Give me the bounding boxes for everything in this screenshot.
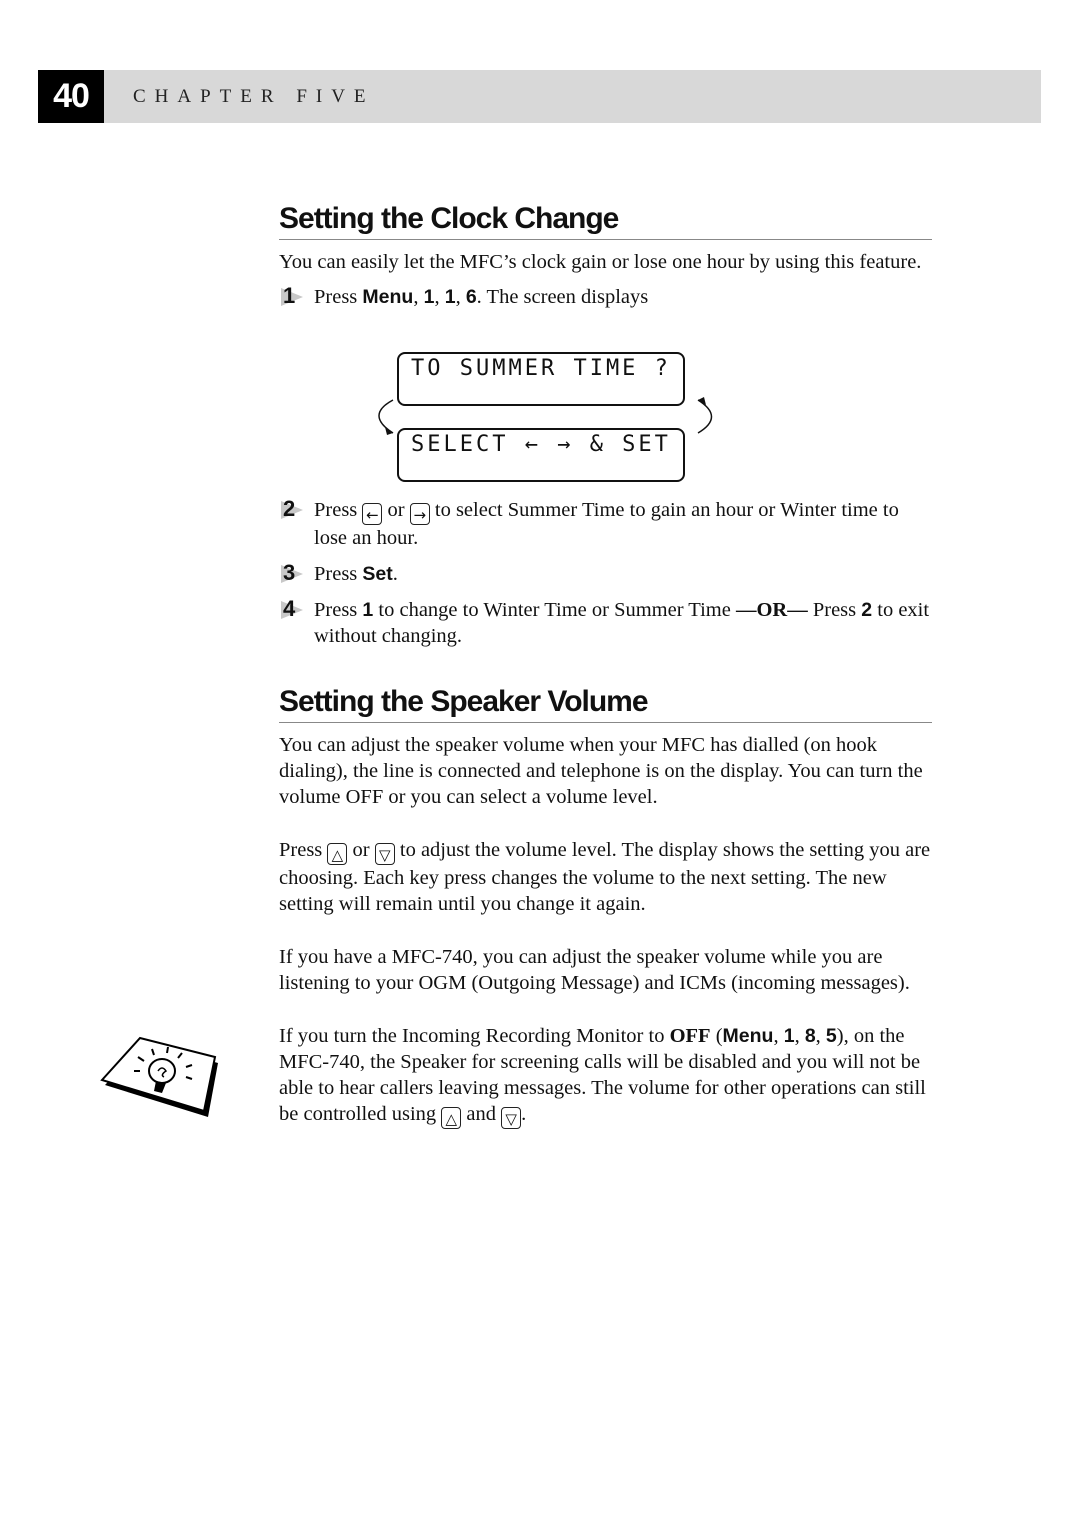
paragraph: If you have a MFC-740, you can adjust th… — [279, 946, 910, 994]
note-paragraph: If you turn the Incoming Recording Monit… — [279, 1025, 926, 1129]
volume-down-key-icon: ▽ — [501, 1107, 522, 1129]
right-arrow-key-icon: → — [409, 503, 430, 525]
cycle-arrows-icon — [378, 397, 713, 435]
step-number-badge: 1 — [279, 283, 311, 310]
step-number-badge: 4 — [279, 596, 311, 623]
step-3: 3 Press Set. — [279, 560, 932, 587]
step-2: 2 Press ← or → to select Summer Time to … — [279, 496, 932, 551]
intro-paragraph: You can easily let the MFC’s clock gain … — [279, 251, 922, 273]
section-title: Setting the Speaker Volume — [279, 685, 932, 723]
step-4: 4 Press 1 to change to Winter Time or Su… — [279, 596, 932, 649]
step-number-badge: 3 — [279, 560, 311, 587]
paragraph: Press △ or ▽ to adjust the volume level.… — [279, 839, 931, 915]
page-number: 40 — [38, 70, 104, 123]
chapter-title: CHAPTER FIVE — [133, 86, 375, 107]
volume-up-key-icon: △ — [441, 1107, 462, 1129]
volume-up-key-icon: △ — [327, 843, 348, 865]
paragraph: You can adjust the speaker volume when y… — [279, 734, 923, 808]
steps-continued: 2 Press ← or → to select Summer Time to … — [279, 496, 932, 649]
section-clock-change: Setting the Clock Change You can easily … — [279, 202, 932, 310]
step-1: 1 Press Menu, 1, 1, 6. The screen displa… — [279, 283, 932, 310]
step-number-badge: 2 — [279, 496, 311, 523]
left-arrow-key-icon: ← — [362, 503, 383, 525]
section-title: Setting the Clock Change — [279, 202, 932, 240]
section-speaker-volume: Setting the Speaker Volume You can adjus… — [279, 685, 932, 1129]
volume-down-key-icon: ▽ — [374, 843, 395, 865]
lightbulb-note-icon — [100, 1036, 218, 1117]
